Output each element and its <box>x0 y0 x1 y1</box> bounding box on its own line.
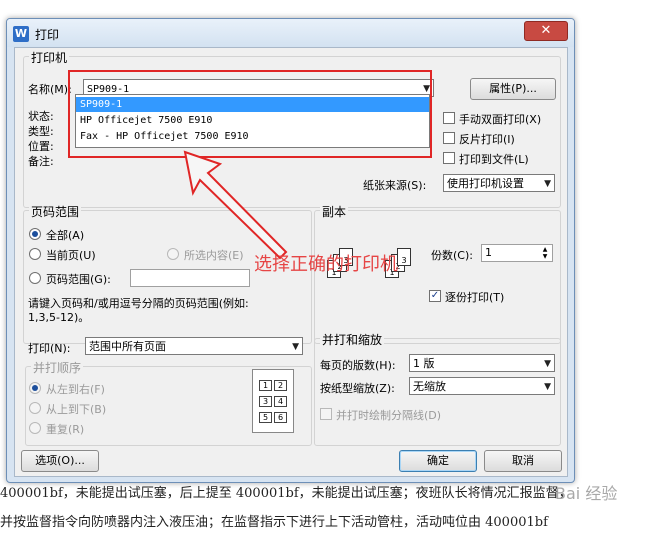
document-text-line-1: 400001bf，未能提出试压塞，后上提至 400001bf，未能提出试压塞；夜… <box>0 486 572 501</box>
order-repeat-radio[interactable] <box>29 422 41 434</box>
range-current-label: 当前页(U) <box>46 249 96 262</box>
range-pages-label: 页码范围(G): <box>46 273 111 286</box>
print-order-group-label: 并打顺序 <box>31 359 84 376</box>
order-left-right-radio[interactable] <box>29 382 41 394</box>
options-button[interactable]: 选项(O)... <box>21 450 99 472</box>
dialog-title: 打印 <box>35 28 60 42</box>
copies-count-label: 份数(C): <box>431 249 473 262</box>
chevron-down-icon: ▼ <box>544 179 551 189</box>
ok-button[interactable]: 确定 <box>399 450 477 472</box>
manual-duplex-checkbox[interactable] <box>443 112 455 124</box>
annotation-callout: 选择正确的打印机 <box>254 254 398 275</box>
collate-label: 逐份打印(T) <box>445 291 505 304</box>
scale-select[interactable]: 无缩放 ▼ <box>409 377 555 395</box>
order-cell-4: 4 <box>274 396 287 407</box>
location-label: 位置: <box>28 140 54 153</box>
pages-per-sheet-label: 每页的版数(H): <box>320 359 396 372</box>
zoom-group-label: 并打和缩放 <box>320 331 385 348</box>
chevron-down-icon: ▼ <box>544 382 551 392</box>
type-label: 类型: <box>28 125 54 138</box>
copies-count-input[interactable]: 1 ▲ ▼ <box>481 244 553 262</box>
page-range-group-label: 页码范围 <box>29 203 82 220</box>
order-repeat-label: 重复(R) <box>46 423 85 436</box>
print-what-value: 范围中所有页面 <box>89 340 166 353</box>
print-what-select[interactable]: 范围中所有页面 ▼ <box>85 337 303 355</box>
comment-label: 备注: <box>28 155 54 168</box>
annotation-arrow <box>183 150 288 260</box>
chevron-down-icon: ▼ <box>544 359 551 369</box>
document-text-line-2: 并按监督指令向防喷器内注入液压油；在监督指示下进行上下活动管柱，活动吨位由 40… <box>0 515 548 530</box>
pages-per-sheet-select[interactable]: 1 版 ▼ <box>409 354 555 372</box>
copies-group-label: 副本 <box>320 203 349 220</box>
spin-up-icon[interactable]: ▲ <box>539 246 551 253</box>
paper-source-select[interactable]: 使用打印机设置 ▼ <box>443 174 555 192</box>
pages-per-sheet-value: 1 版 <box>413 357 435 370</box>
title-bar: W 打印 ✕ <box>7 19 574 47</box>
cancel-button[interactable]: 取消 <box>484 450 562 472</box>
draw-separator-checkbox[interactable] <box>320 408 332 420</box>
properties-button[interactable]: 属性(P)... <box>470 78 556 100</box>
order-top-bottom-radio[interactable] <box>29 402 41 414</box>
page-range-input[interactable] <box>130 269 250 287</box>
chevron-down-icon: ▼ <box>292 342 299 352</box>
printer-group-label: 打印机 <box>29 49 70 66</box>
print-what-label: 打印(N): <box>28 342 71 355</box>
order-preview: 1 2 3 4 5 6 <box>252 369 294 433</box>
spin-down-icon[interactable]: ▼ <box>539 253 551 260</box>
range-all-label: 全部(A) <box>46 229 85 242</box>
manual-duplex-label: 手动双面打印(X) <box>459 113 542 126</box>
copies-count-value: 1 <box>485 246 492 259</box>
paper-source-value: 使用打印机设置 <box>447 177 524 190</box>
page-range-hint-2: 1,3,5-12)。 <box>28 311 90 324</box>
range-current-radio[interactable] <box>29 248 41 260</box>
range-pages-radio[interactable] <box>29 272 41 284</box>
status-label: 状态: <box>28 110 54 123</box>
reverse-print-label: 反片打印(I) <box>459 133 515 146</box>
order-cell-1: 1 <box>259 380 272 391</box>
copies-group <box>314 210 561 344</box>
page-icon-6: 3 <box>397 248 411 266</box>
order-cell-6: 6 <box>274 412 287 423</box>
reverse-print-checkbox[interactable] <box>443 132 455 144</box>
order-cell-3: 3 <box>259 396 272 407</box>
collate-checkbox[interactable]: ✓ <box>429 290 441 302</box>
paper-source-label: 纸张来源(S): <box>363 179 427 192</box>
draw-separator-label: 并打时绘制分隔线(D) <box>336 409 442 422</box>
range-selection-radio[interactable] <box>167 248 179 260</box>
order-cell-5: 5 <box>259 412 272 423</box>
scale-value: 无缩放 <box>413 380 446 393</box>
printer-name-label: 名称(M): <box>28 83 72 96</box>
close-button[interactable]: ✕ <box>524 21 568 41</box>
order-left-right-label: 从左到右(F) <box>46 383 105 396</box>
annotation-arrow-shape <box>183 150 288 260</box>
order-cell-2: 2 <box>274 380 287 391</box>
range-all-radio[interactable] <box>29 228 41 240</box>
print-to-file-label: 打印到文件(L) <box>459 153 529 166</box>
scale-label: 按纸型缩放(Z): <box>320 382 395 395</box>
watermark: Bai 经验 <box>555 484 618 503</box>
wps-app-icon: W <box>13 26 29 42</box>
order-top-bottom-label: 从上到下(B) <box>46 403 107 416</box>
print-to-file-checkbox[interactable] <box>443 152 455 164</box>
